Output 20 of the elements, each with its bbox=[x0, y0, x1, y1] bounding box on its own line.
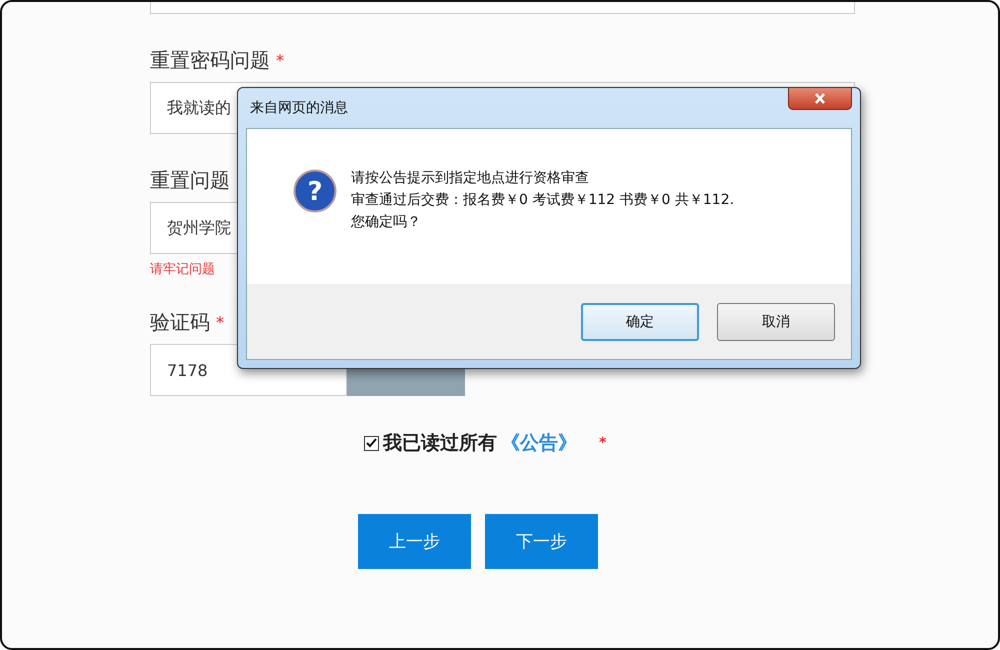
field-label: 验证码 bbox=[150, 308, 210, 336]
hint-text: 请牢记问题 bbox=[150, 262, 215, 277]
field-label: 重置密码问题 bbox=[150, 46, 270, 74]
required-mark: * bbox=[216, 312, 224, 332]
field-label: 重置问题 bbox=[150, 166, 230, 194]
cancel-button[interactable]: 取消 bbox=[717, 302, 835, 340]
next-button[interactable]: 下一步 bbox=[485, 514, 598, 569]
required-mark: * bbox=[599, 435, 606, 451]
agreement-checkbox[interactable] bbox=[364, 436, 379, 450]
dialog-message: 您确定吗？ bbox=[351, 213, 422, 231]
close-button[interactable] bbox=[788, 88, 852, 110]
dialog-message: 审查通过后交费：报名费￥0 考试费￥112 书费￥0 共￥112. bbox=[351, 191, 734, 209]
dialog-title: 来自网页的消息 bbox=[250, 99, 348, 118]
close-icon bbox=[814, 93, 826, 104]
agreement-text: 我已读过所有 bbox=[383, 431, 497, 456]
ok-button[interactable]: 确定 bbox=[581, 302, 699, 340]
dialog-message: 请按公告提示到指定地点进行资格审查 bbox=[351, 169, 590, 187]
previous-button[interactable]: 上一步 bbox=[358, 514, 471, 569]
required-mark: * bbox=[276, 50, 284, 70]
question-icon: ? bbox=[293, 169, 337, 213]
